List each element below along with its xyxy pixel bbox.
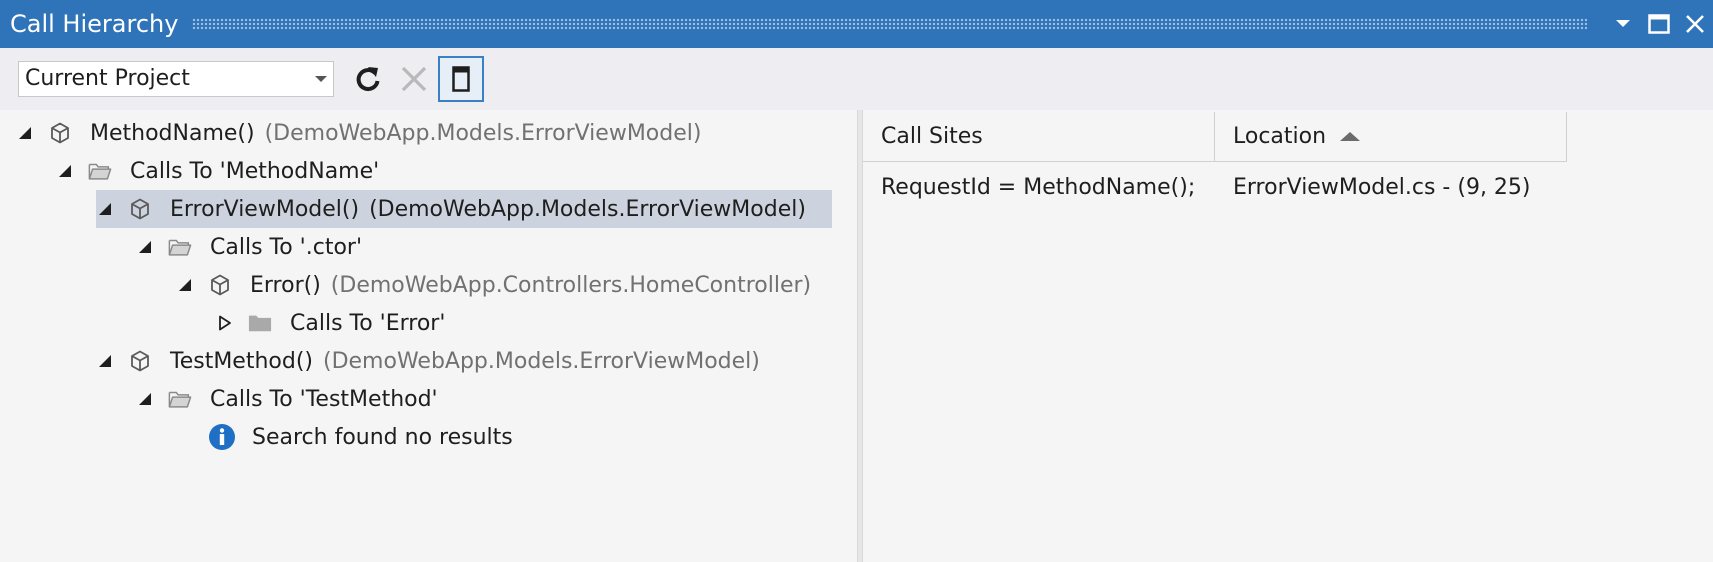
tree-node-label: Error(): [250, 272, 321, 298]
sort-ascending-icon: [1340, 132, 1361, 141]
info-icon: [208, 423, 236, 451]
location-cell: ErrorViewModel.cs - (9, 25): [1233, 175, 1531, 200]
tree-node-context: (DemoWebApp.Models.ErrorViewModel): [264, 120, 702, 146]
refresh-button[interactable]: [350, 61, 386, 97]
tree-node-selected[interactable]: ErrorViewModel() (DemoWebApp.Models.Erro…: [96, 190, 832, 228]
expanded-triangle-icon[interactable]: [96, 200, 114, 218]
tree-node-label: Calls To 'TestMethod': [210, 386, 438, 412]
cancel-button[interactable]: [396, 61, 432, 97]
tree-node-context: (DemoWebApp.Models.ErrorViewModel): [323, 348, 760, 374]
window-menu-button[interactable]: [1605, 0, 1641, 48]
title-bar-grip[interactable]: [192, 18, 1587, 30]
folder-open-icon: [168, 235, 192, 259]
expanded-triangle-icon[interactable]: [136, 238, 154, 256]
refresh-icon: [356, 67, 380, 92]
call-hierarchy-window: Call Hierarchy Current Project MethodNam…: [0, 0, 1713, 562]
maximize-icon: [1648, 14, 1670, 34]
title-bar[interactable]: Call Hierarchy: [0, 0, 1713, 48]
method-cube-icon: [208, 273, 232, 297]
column-header-label: Location: [1233, 124, 1327, 149]
expanded-triangle-icon[interactable]: [56, 162, 74, 180]
cancel-icon: [401, 66, 427, 92]
tree-node-label: ErrorViewModel(): [170, 196, 360, 222]
call-hierarchy-tree[interactable]: MethodName() (DemoWebApp.Models.ErrorVie…: [0, 110, 857, 562]
tree-node[interactable]: Calls To '.ctor': [136, 228, 362, 266]
column-header-call-sites[interactable]: Call Sites: [863, 112, 1215, 162]
folder-closed-icon: [248, 311, 272, 335]
tree-node-message[interactable]: Search found no results: [208, 418, 513, 456]
collapsed-triangle-icon[interactable]: [216, 314, 234, 332]
expanded-triangle-icon[interactable]: [16, 124, 34, 142]
tree-node[interactable]: Error() (DemoWebApp.Controllers.HomeCont…: [176, 266, 811, 304]
call-sites-pane: Call Sites Location RequestId = MethodNa…: [863, 110, 1713, 562]
tree-node-label: Search found no results: [252, 424, 513, 450]
folder-open-icon: [88, 159, 112, 183]
toolbar: Current Project: [0, 48, 1713, 110]
dropdown-arrow-icon: [315, 76, 327, 82]
toggle-details-pane-icon: [452, 66, 470, 92]
tree-node[interactable]: Calls To 'Error': [216, 304, 445, 342]
tree-node[interactable]: Calls To 'TestMethod': [136, 380, 438, 418]
folder-open-icon: [168, 387, 192, 411]
chevron-down-icon: [1616, 20, 1630, 27]
close-icon: [1686, 15, 1704, 33]
scope-dropdown[interactable]: Current Project: [18, 61, 334, 97]
maximize-button[interactable]: [1641, 0, 1677, 48]
scope-dropdown-value: Current Project: [25, 66, 190, 91]
tree-node[interactable]: Calls To 'MethodName': [56, 152, 379, 190]
expanded-triangle-icon[interactable]: [96, 352, 114, 370]
tree-node-label: TestMethod(): [170, 348, 313, 374]
method-cube-icon: [128, 349, 152, 373]
method-cube-icon: [48, 121, 72, 145]
tree-node[interactable]: MethodName() (DemoWebApp.Models.ErrorVie…: [16, 114, 701, 152]
column-header-label: Call Sites: [881, 124, 983, 149]
expanded-triangle-icon[interactable]: [176, 276, 194, 294]
tree-node-label: Calls To 'Error': [290, 310, 446, 336]
tree-node-label: Calls To '.ctor': [210, 234, 362, 260]
toggle-details-pane-button[interactable]: [438, 56, 484, 102]
tree-node-label: Calls To 'MethodName': [130, 158, 380, 184]
window-title: Call Hierarchy: [10, 10, 179, 38]
close-button[interactable]: [1677, 0, 1713, 48]
call-site-cell: RequestId = MethodName();: [881, 175, 1196, 200]
tree-node-context: (DemoWebApp.Controllers.HomeController): [330, 272, 812, 298]
tree-node-label: MethodName(): [90, 120, 255, 146]
expanded-triangle-icon[interactable]: [136, 390, 154, 408]
tree-node[interactable]: TestMethod() (DemoWebApp.Models.ErrorVie…: [96, 342, 760, 380]
column-header-location[interactable]: Location: [1215, 112, 1567, 162]
tree-node-context: (DemoWebApp.Models.ErrorViewModel): [369, 196, 806, 222]
method-cube-icon: [128, 197, 152, 221]
